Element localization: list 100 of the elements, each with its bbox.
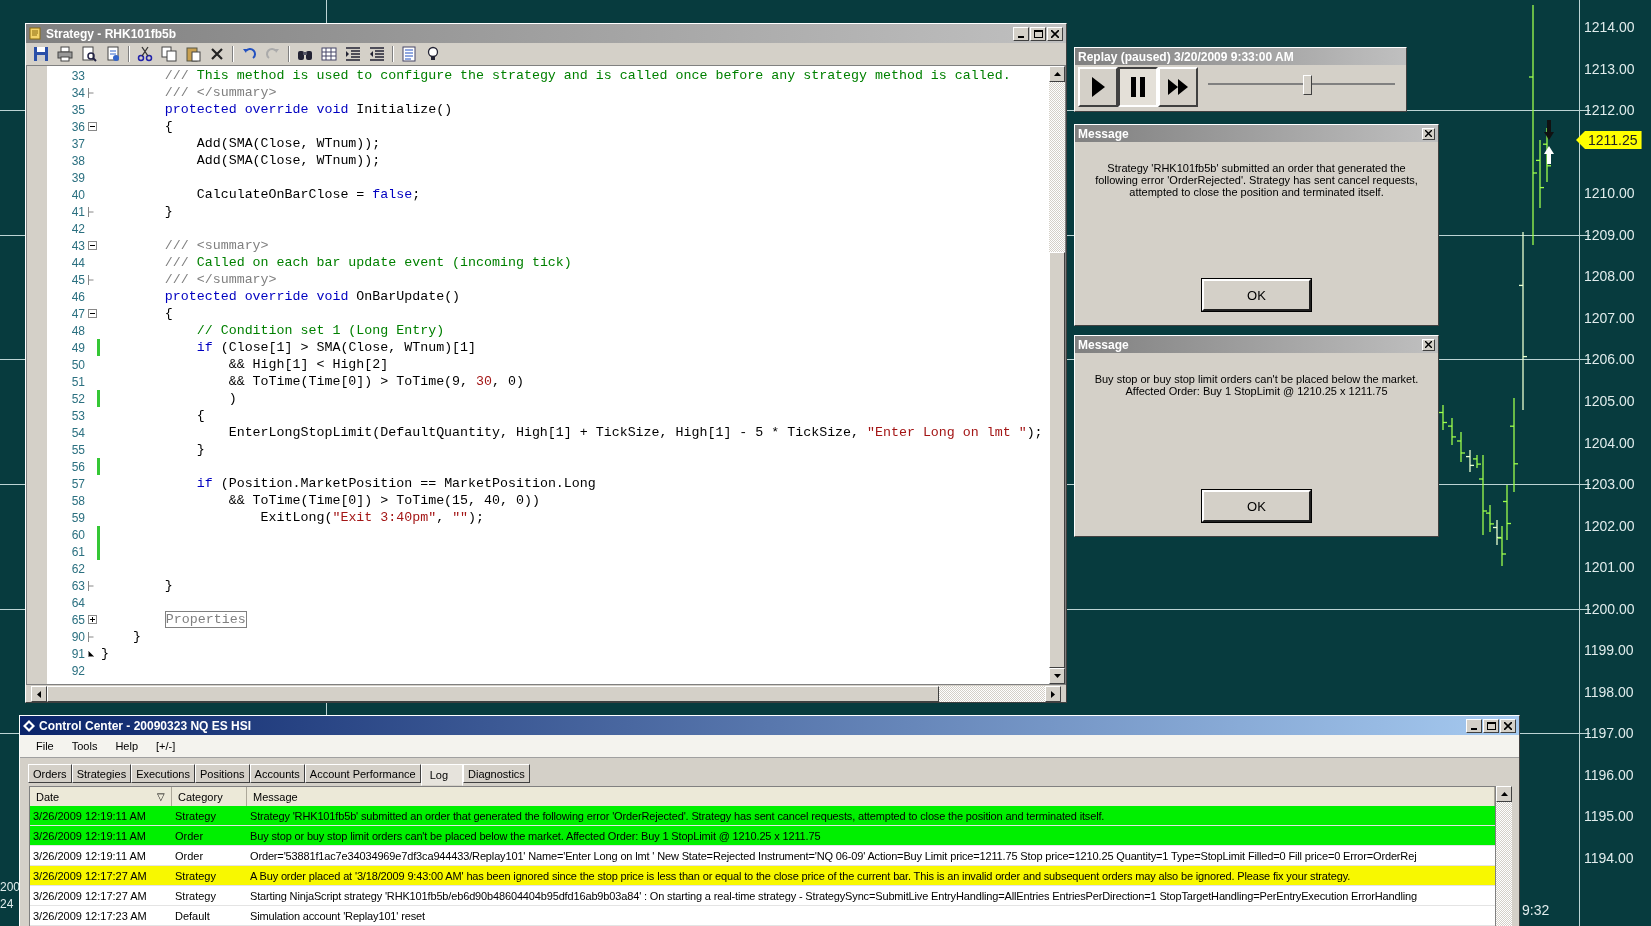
price-label: 1195.00	[1584, 807, 1634, 826]
price-label: 1200.00	[1584, 599, 1635, 618]
code-line: }	[101, 646, 109, 661]
preview-icon[interactable]	[81, 46, 97, 62]
message-text: Buy stop or buy stop limit orders can't be placed below the market. Affected Order: Buy 1 StopLimit @ 1210.25 x 1211.75	[1093, 373, 1420, 397]
code-line: Add(SMA(Close, WTnum));	[195, 153, 381, 168]
scrollbar[interactable]	[1049, 66, 1065, 684]
scrollbar[interactable]	[31, 686, 1061, 702]
menu-item[interactable]: [+/-]	[150, 740, 182, 752]
tab[interactable]: Executions	[131, 764, 195, 783]
table-cell-text: Order	[174, 829, 205, 842]
tab[interactable]: Diagnostics	[463, 764, 530, 783]
maximize-button[interactable]	[1483, 718, 1499, 733]
line-number: 47	[70, 306, 86, 321]
tab[interactable]: Positions	[194, 764, 250, 783]
right-arrow-icon[interactable]	[1051, 690, 1055, 698]
line-number: 49	[70, 340, 86, 355]
line-number: 39	[70, 170, 86, 185]
price-label: 1214.00	[1584, 18, 1635, 36]
collapse-icon[interactable]	[88, 309, 97, 318]
log-row[interactable]: 3/26/2009 12:19:11 AM Order Buy stop or buy stop limit orders can't be placed below the market. Affected Order: Buy 1 StopLimit @ 1210.25 x 1211.75	[30, 826, 1495, 846]
table-cell-text: Strategy	[174, 809, 217, 822]
time-label: 24	[0, 897, 15, 911]
table-cell-text: A Buy order placed at '3/18/2009 9:43:00 AM' has been ignored since the stop price is less than or equal to the close price of the current bar. This is an invalid order and subsequent orders may also be ignored. Please fix your strategy.	[249, 869, 1352, 882]
undo-icon[interactable]	[241, 46, 257, 62]
table-cell-text: 3/26/2009 12:19:11 AM	[32, 809, 147, 822]
code-line: )	[227, 391, 237, 406]
price-label: 1207.00	[1584, 308, 1635, 327]
table-cell-text: Order	[174, 849, 205, 862]
line-number: 55	[70, 442, 86, 457]
close-button[interactable]	[1500, 718, 1516, 733]
copy-icon[interactable]	[161, 46, 177, 62]
play-button[interactable]	[1078, 67, 1118, 107]
up-arrow-icon[interactable]	[1053, 72, 1061, 76]
tab[interactable]: Log	[420, 764, 463, 786]
table-cell-text: Order='53881f1ac7e34034969e7df3ca944433/Replay101' Name='Enter Long on lmt ' New State=Rejected Instrument='NQ 06-09' Action=Buy Limit price=1211.75 Stop price=1210.25 Quantity=1 Type=StopLimit Filled=0 Fill price=0 Error=OrderRej	[249, 849, 1418, 862]
code-line: EnterLongStopLimit(DefaultQuantity, High[1] + TickSize, High[1] - 5 * TickSize, "Enter Long on lmt ");	[227, 425, 1043, 440]
paste-icon[interactable]	[185, 46, 201, 62]
menu-item[interactable]: File	[30, 740, 60, 752]
tab[interactable]: Orders	[28, 764, 72, 783]
code-line: {	[195, 408, 205, 423]
price-label: 1204.00	[1584, 433, 1635, 452]
line-number: 60	[70, 527, 86, 542]
column-title: Date	[36, 790, 61, 803]
page-icon[interactable]	[105, 46, 121, 62]
up-arrow-icon[interactable]	[1500, 792, 1508, 796]
maximize-icon	[1486, 721, 1496, 730]
table-cell-text: Strategy	[174, 889, 217, 902]
expand-icon[interactable]	[88, 615, 97, 624]
scrollbar[interactable]	[1496, 786, 1512, 926]
lightbulb-icon[interactable]	[425, 46, 441, 62]
line-number: 42	[70, 221, 86, 236]
ok-button[interactable]: OK	[1202, 490, 1311, 522]
line-number: 44	[70, 255, 86, 270]
collapse-icon[interactable]	[88, 122, 97, 131]
diamond-icon	[23, 719, 35, 732]
price-label: 1209.00	[1584, 225, 1635, 244]
grid-icon[interactable]	[321, 46, 337, 62]
printer-icon[interactable]	[57, 46, 73, 62]
line-number: 35	[70, 102, 86, 117]
table-cell-text: Strategy 'RHK101fb5b' submitted an order that generated the following error 'OrderRejected'. Strategy has sent cancel requests, attempted to close the position and terminated itself.	[249, 809, 1106, 822]
price-label: 1205.00	[1584, 391, 1635, 410]
left-arrow-icon[interactable]	[37, 690, 41, 698]
indent-icon[interactable]	[345, 46, 361, 62]
line-number: 40	[70, 187, 86, 202]
delete-icon[interactable]	[209, 46, 225, 62]
time-label: 9:32	[1522, 902, 1550, 918]
code-line: Add(SMA(Close, WTnum));	[195, 136, 381, 151]
line-number: 91	[70, 646, 86, 661]
outdent-icon[interactable]	[369, 46, 385, 62]
slider-thumb[interactable]	[1303, 75, 1313, 95]
down-arrow-icon[interactable]	[1053, 674, 1061, 678]
log-row[interactable]	[30, 866, 1495, 886]
fast-forward-button[interactable]	[1158, 67, 1198, 107]
collapse-icon[interactable]	[88, 241, 97, 250]
price-label: 1194.00	[1584, 849, 1634, 867]
line-number: 90	[70, 629, 86, 644]
tab[interactable]: Account Performance	[304, 764, 421, 783]
line-number: 63	[70, 578, 86, 593]
minimize-button[interactable]	[1466, 718, 1482, 733]
close-icon	[1051, 29, 1059, 38]
tab[interactable]: Strategies	[71, 764, 132, 783]
code-line: if (Close[1] > SMA(Close, WTnum)[1]	[195, 340, 477, 355]
window-title: Replay (paused) 3/20/2009 9:33:00 AM	[1078, 49, 1295, 64]
code-line: /// Called on each bar update event (incoming tick)	[163, 255, 572, 270]
save-icon[interactable]	[33, 46, 49, 62]
table-cell-text: Simulation account 'Replay101' reset	[249, 909, 426, 922]
close-icon	[1425, 341, 1432, 348]
code-line: }	[163, 204, 173, 219]
price-label: 1201.00	[1584, 558, 1635, 577]
pause-button[interactable]	[1118, 67, 1158, 107]
price-label: 1202.00	[1584, 516, 1635, 535]
menu-item[interactable]: Help	[109, 740, 145, 752]
fold-end-mark	[88, 580, 94, 591]
list-icon[interactable]	[401, 46, 417, 62]
log-row[interactable]	[30, 806, 1495, 826]
scissors-icon[interactable]	[137, 46, 153, 62]
tab[interactable]: Accounts	[249, 764, 305, 783]
menu-item[interactable]: Tools	[65, 740, 104, 752]
ok-button[interactable]: OK	[1202, 279, 1311, 311]
